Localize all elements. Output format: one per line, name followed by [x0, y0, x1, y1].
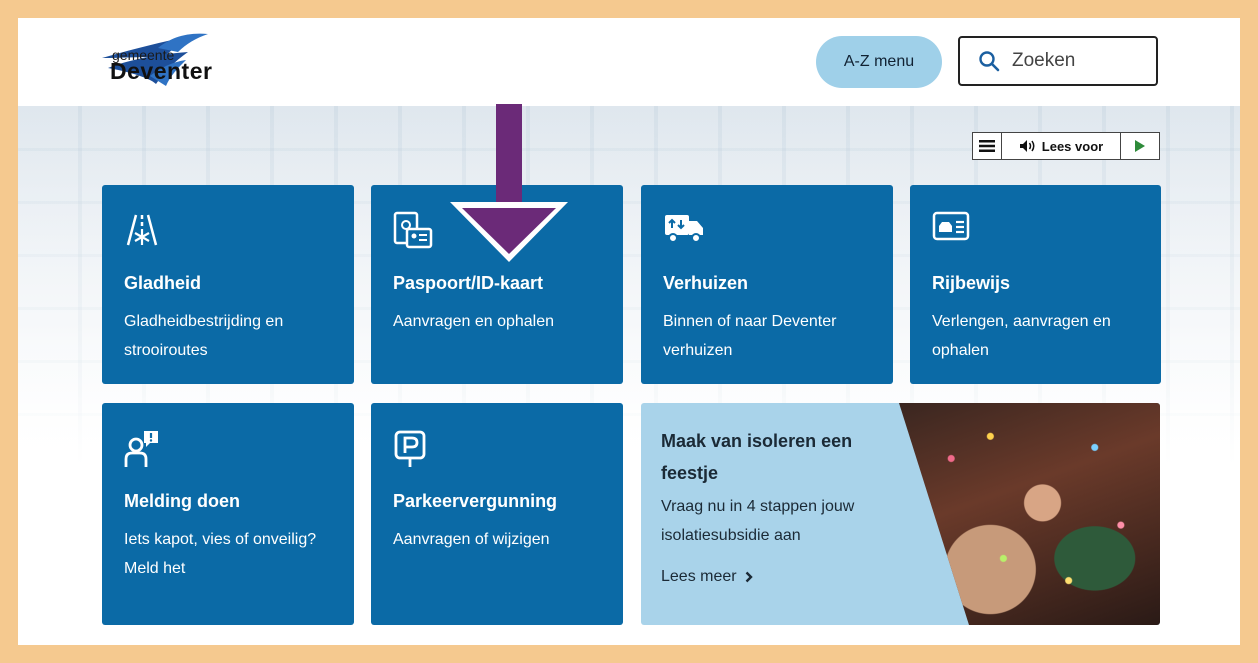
promo-read-more-link[interactable]: Lees meer	[661, 568, 753, 586]
tile-title: Gladheid	[124, 273, 202, 293]
snow-road-icon	[126, 214, 158, 246]
read-aloud-button[interactable]: Lees voor	[1002, 133, 1121, 159]
search-input[interactable]	[1010, 49, 1144, 73]
report-person-icon	[124, 431, 158, 467]
read-aloud-menu-button[interactable]	[973, 133, 1002, 159]
annotation-arrow-down-icon	[450, 104, 568, 262]
tile-title: Parkeervergunning	[393, 491, 558, 511]
moving-truck-icon	[665, 215, 703, 243]
promo-title: Maak van isoleren een feestje	[661, 431, 853, 483]
parking-icon	[394, 430, 426, 467]
tile-subtitle: Verlengen, aanvragen en ophalen	[932, 313, 1111, 359]
tile-subtitle: Gladheidbestrijding en strooiroutes	[124, 313, 284, 359]
tile-subtitle: Iets kapot, vies of onveilig? Meld het	[124, 531, 317, 577]
tile-subtitle: Aanvragen en ophalen	[393, 313, 555, 330]
tile-rijbewijs[interactable]: Rijbewijs Verlengen, aanvragen en ophale…	[910, 185, 1161, 384]
tile-gladheid[interactable]: Gladheid Gladheidbestrijding en strooiro…	[102, 185, 354, 384]
promo-party-photo	[899, 403, 1160, 625]
promo-subtitle: Vraag nu in 4 stappen jouw isolatiesubsi…	[661, 498, 855, 544]
play-button[interactable]	[1121, 133, 1159, 159]
menu-icon	[979, 140, 995, 152]
tile-subtitle: Aanvragen of wijzigen	[393, 531, 550, 548]
read-aloud-label: Lees voor	[1041, 138, 1104, 154]
tile-subtitle: Binnen of naar Deventer verhuizen	[663, 313, 837, 359]
promo-isolatie-card[interactable]: Maak van isoleren een feestje Vraag nu i…	[641, 403, 1160, 625]
site-header: gemeente Deventer A-Z menu	[18, 18, 1240, 106]
search-icon	[979, 51, 1000, 72]
play-icon	[1135, 140, 1145, 152]
search-box[interactable]	[958, 36, 1158, 86]
tile-title: Rijbewijs	[932, 273, 1011, 293]
speaker-icon	[1019, 140, 1035, 152]
az-menu-button[interactable]: A-Z menu	[816, 36, 942, 88]
tile-verhuizen[interactable]: Verhuizen Binnen of naar Deventer verhui…	[641, 185, 893, 384]
passport-id-icon	[393, 211, 433, 249]
chevron-right-icon	[745, 571, 753, 583]
tile-melding-doen[interactable]: Melding doen Iets kapot, vies of onveili…	[102, 403, 354, 625]
promo-link-label: Lees meer	[661, 568, 737, 585]
tile-title: Verhuizen	[663, 273, 749, 293]
tile-title: Melding doen	[124, 491, 240, 511]
logo-text-deventer: Deventer	[110, 58, 213, 84]
read-aloud-toolbar: Lees voor	[972, 132, 1160, 160]
drivers-license-icon	[932, 211, 970, 241]
page-frame: gemeente Deventer A-Z menu Lees	[18, 18, 1240, 645]
tile-parkeervergunning[interactable]: Parkeervergunning Aanvragen of wijzigen	[371, 403, 623, 625]
tile-title: Paspoort/ID-kaart	[393, 273, 544, 293]
